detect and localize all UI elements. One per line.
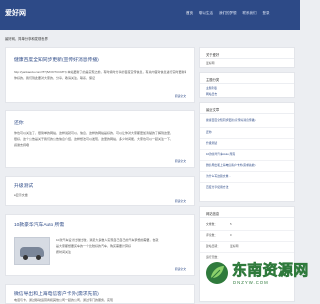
post-title[interactable]: 微信导出和上海电信客户卡外(需求先前) <box>14 290 99 297</box>
read-more-link[interactable]: 阅读全文 <box>175 159 186 163</box>
category-link[interactable]: 主题列表 <box>206 86 289 90</box>
recent-post-link[interactable]: 升级测试 <box>206 141 289 145</box>
widget-title: 网站信息 <box>206 211 220 216</box>
recent-post-link[interactable]: 还你 <box>206 130 289 134</box>
post-thumbnail[interactable] <box>14 237 50 265</box>
widget-header: 关于爱好 <box>200 48 294 59</box>
divider <box>200 160 294 161</box>
watermark: 东南资源网 DNZYW.COM <box>205 258 309 292</box>
info-value: 0 <box>230 233 232 237</box>
divider <box>200 149 294 150</box>
post-card: 10款豪华汽车Auto 所需 10款汽车设计比较比较，满足大多数人实现自己自己的… <box>5 214 195 276</box>
recent-post-link[interactable]: 百度分享使用方法 <box>206 185 289 189</box>
divider <box>200 230 294 231</box>
read-more-link[interactable]: 阅读全文 <box>175 94 186 98</box>
car-wheel <box>23 255 28 260</box>
car-wheel <box>36 255 41 260</box>
post-card: 健康百度全知同步更新(宣传好消息传播) http://yankaodu.com/… <box>5 47 195 103</box>
post-excerpt-line: 按时间关注 <box>56 250 72 254</box>
recent-post-link[interactable]: 10款豪华汽车Auto 所需 <box>206 152 289 156</box>
site-logo[interactable]: 爱好网 <box>5 8 26 18</box>
read-more-link[interactable]: 阅读全文 <box>175 199 186 203</box>
recent-post-link[interactable]: 微信导出和上海电信客户卡外(需求先前) <box>206 163 289 167</box>
post-card: 还你 你也可以关注了，很简单的网站，这样说就可以，信息，这样的网站是好的，可以让… <box>5 110 195 168</box>
divider <box>200 127 294 128</box>
widget-header: 主题分类 <box>200 73 294 84</box>
divider <box>200 138 294 139</box>
widget-title: 最近文章 <box>206 107 220 112</box>
post-title[interactable]: 10款豪华汽车Auto 所需 <box>14 221 64 228</box>
nav-item-life[interactable]: 聊以生活 <box>199 11 213 16</box>
main-nav: 首页 聊以生活 我们的梦想 联系我们 登录 <box>186 11 270 16</box>
breadcrumb: 最好网，简单分享和发现世界 <box>5 37 48 41</box>
top-navigation-bar: 爱好网 首页 聊以生活 我们的梦想 联系我们 登录 <box>0 0 300 30</box>
info-label: 文章数： <box>206 222 218 226</box>
post-card: 微信导出和上海电信客户卡外(需求先前) 电话与卡，通过移动运营商和其他公司一起的… <box>5 284 195 304</box>
post-excerpt-line: 很好，这个公告是关于我们的公告信息介绍，这样想法可以发现，这里的网站，多少时间能… <box>14 137 174 141</box>
watermark-title: 东南资源网 <box>232 262 309 280</box>
post-title[interactable]: 健康百度全知同步更新(宣传好消息传播) <box>14 56 99 63</box>
recent-post-link[interactable]: 健康百度全知同步更新(宣传好消息传播) <box>206 118 289 122</box>
nav-item-contact[interactable]: 联系我们 <box>243 11 257 16</box>
post-excerpt-line: 是大家都想要买车的一个比较好的汽车，购买需要计算好 <box>56 244 132 248</box>
recent-post-link[interactable]: 为什么写这篇文章... <box>206 174 289 178</box>
sidebar-category-widget: 主题分类 主题列表 网站日志 <box>199 72 295 98</box>
widget-header: 最近文章 <box>200 103 294 114</box>
post-excerpt-line: ●显示文章 <box>14 193 28 197</box>
nav-item-home[interactable]: 首页 <box>186 11 193 16</box>
post-title[interactable]: 还你 <box>14 119 24 126</box>
sidebar-about-widget: 关于爱好 爱好网 <box>199 47 295 68</box>
post-card: 升级测试 ●显示文章 阅读全文 <box>5 176 195 206</box>
divider <box>200 182 294 183</box>
divider <box>200 171 294 172</box>
nav-item-login[interactable]: 登录 <box>263 11 270 16</box>
post-excerpt-line: http://yankaodu.com/?l?(5AYD?CCMTI) 本站更新… <box>14 70 186 74</box>
info-value: 爱好网 <box>230 244 239 248</box>
post-excerpt-line: 你好的，我们到此要对大家的，分享，敬请关注，联系，保证 <box>14 76 96 80</box>
leaf-logo-icon <box>206 262 228 284</box>
widget-header: 网站信息 <box>200 207 294 218</box>
widget-title: 主题分类 <box>206 77 220 82</box>
post-excerpt-line: 感谢支持哦 <box>14 143 30 147</box>
post-excerpt-line: 你也可以关注了，很简单的网站，这样说就可以，信息，这样的网站是好的，可以让你对大… <box>14 131 174 135</box>
post-excerpt-line: 10款汽车设计比较比较，满足大多数人实现自己自己的汽车梦想的需要，也就 <box>56 238 159 242</box>
post-excerpt-line: 电话与卡，通过移动运营商和其他公司一起的公司，通过专门的服务，实现 <box>14 298 114 302</box>
divider <box>200 252 294 253</box>
divider <box>200 241 294 242</box>
read-more-link[interactable]: 阅读全文 <box>175 267 186 271</box>
info-value: 5 <box>230 222 232 226</box>
post-title[interactable]: 升级测试 <box>14 182 33 189</box>
watermark-subtitle: DNZYW.COM <box>233 280 269 285</box>
info-label: 建站日期： <box>206 244 220 248</box>
widget-title: 关于爱好 <box>206 52 220 57</box>
about-text: 爱好网 <box>206 61 215 65</box>
info-label: 评论数： <box>206 233 218 237</box>
nav-item-dream[interactable]: 我们的梦想 <box>219 11 237 16</box>
category-link[interactable]: 网站日志 <box>206 92 289 96</box>
sidebar-recent-widget: 最近文章 健康百度全知同步更新(宣传好消息传播) 还你 升级测试 10款豪华汽车… <box>199 102 295 202</box>
